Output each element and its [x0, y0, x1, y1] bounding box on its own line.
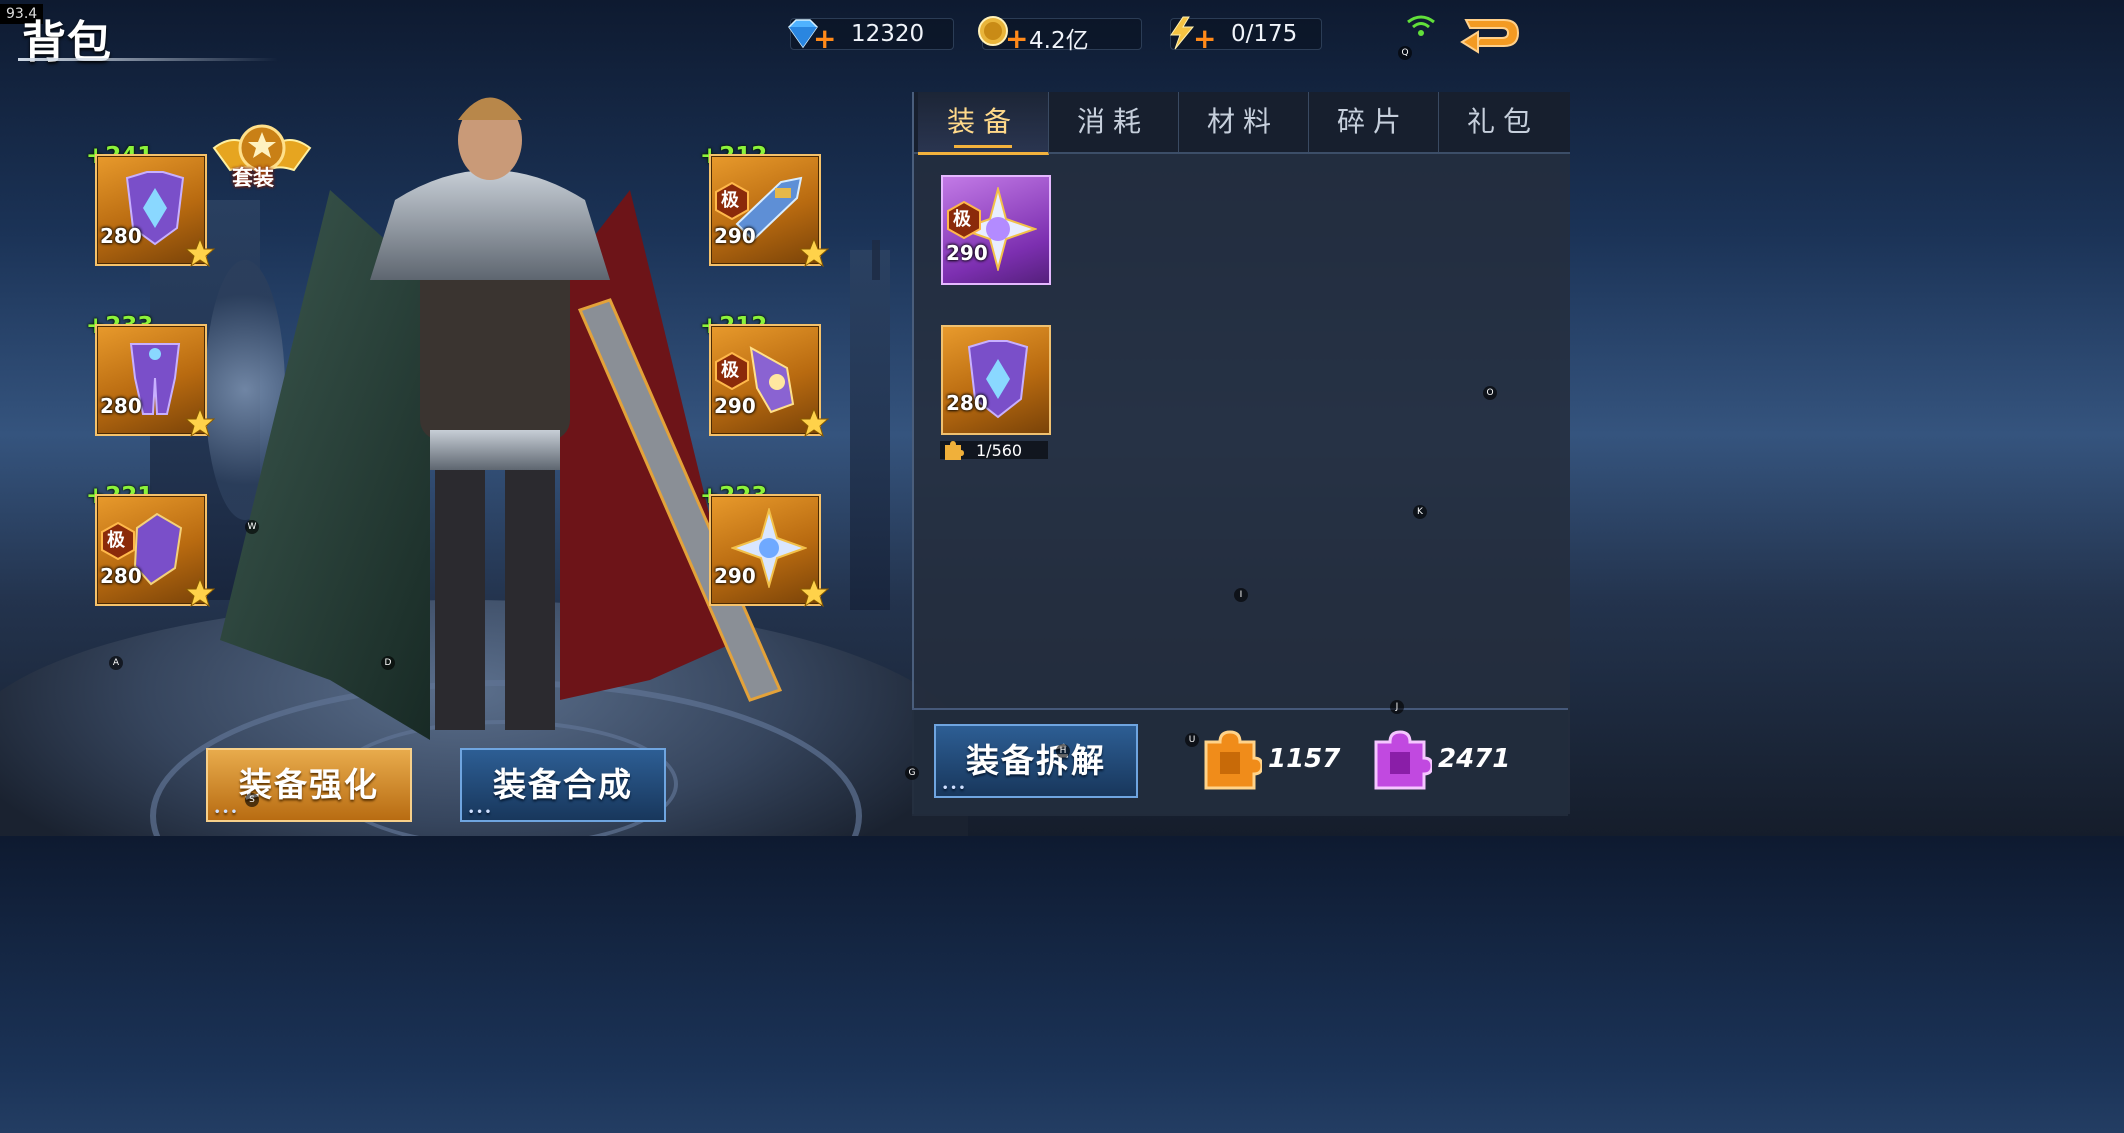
fragment-progress: 1/560 [940, 441, 1048, 460]
tab-label: 材料 [1206, 105, 1279, 138]
diamond-resource[interactable]: + 12320 [788, 18, 954, 53]
item-level: 290 [946, 241, 988, 265]
diamond-count: 12320 [851, 21, 925, 47]
dismantle-button[interactable]: 装备拆解 ••• [934, 724, 1138, 798]
equip-slot-gauntlet[interactable]: 极 290 [709, 324, 829, 438]
debug-marker: A [109, 656, 123, 670]
title-underline [18, 58, 278, 61]
extreme-badge-label: 极 [721, 190, 739, 211]
debug-marker: Q [1398, 46, 1412, 60]
diamond-add-icon[interactable]: + [813, 25, 836, 53]
extreme-badge-label: 极 [107, 530, 125, 551]
equip-level: 290 [714, 394, 756, 418]
suit-set-badge[interactable]: 套装 [210, 118, 314, 198]
debug-marker: J [1390, 700, 1404, 714]
equip-level: 290 [714, 564, 756, 588]
star-icon [185, 578, 215, 608]
purple-shard-icon [1374, 730, 1432, 790]
extreme-badge-label: 极 [721, 360, 739, 381]
tab-materials[interactable]: 材料 [1178, 92, 1309, 152]
equip-level: 280 [100, 564, 142, 588]
city-spire [850, 250, 890, 610]
energy-count: 0/175 [1231, 21, 1298, 47]
equip-level: 280 [100, 394, 142, 418]
equip-slot-weapon[interactable]: 极 290 [709, 154, 829, 268]
debug-marker: K [1413, 505, 1427, 519]
bag-item[interactable]: 极 290 [941, 175, 1051, 285]
inventory-tabs: 装备 消耗 材料 碎片 礼包 [914, 92, 1570, 155]
orange-shard-icon [1204, 730, 1262, 790]
button-label: 装备拆解 [966, 741, 1106, 780]
debug-marker: W [245, 520, 259, 534]
debug-marker: G [905, 766, 919, 780]
star-icon [799, 238, 829, 268]
star-icon [799, 578, 829, 608]
button-dots: ••• [942, 783, 968, 794]
wifi-icon [1407, 15, 1435, 36]
tab-label: 装备 [946, 105, 1019, 138]
equip-slot-chest[interactable]: 280 [95, 154, 215, 268]
tab-fragments[interactable]: 碎片 [1308, 92, 1439, 152]
bag-item[interactable]: 280 [941, 325, 1051, 435]
gold-count: 4.2亿 [1029, 28, 1089, 54]
equip-slot-gloves[interactable]: 极 280 [95, 494, 215, 608]
orange-shard-count: 1157 [1268, 744, 1341, 774]
debug-marker: U [1185, 733, 1199, 747]
spire-tip [872, 240, 880, 280]
button-dots: ••• [214, 807, 240, 818]
tab-label: 碎片 [1336, 105, 1409, 138]
debug-marker: O [1483, 386, 1497, 400]
fragment-count: 1/560 [976, 441, 1023, 460]
gold-add-icon[interactable]: + [1005, 25, 1028, 53]
tab-label: 消耗 [1076, 105, 1149, 138]
energy-add-icon[interactable]: + [1193, 25, 1216, 53]
tab-equipment[interactable]: 装备 [918, 92, 1049, 155]
tab-label: 礼包 [1466, 105, 1539, 138]
equip-level: 280 [100, 224, 142, 248]
debug-marker: S [245, 793, 259, 807]
button-label: 装备合成 [493, 765, 633, 804]
gold-resource[interactable]: + 4.2亿 [978, 16, 1142, 54]
star-icon [799, 408, 829, 438]
back-icon[interactable] [1460, 12, 1524, 54]
purple-shard-count: 2471 [1438, 744, 1511, 774]
star-icon [185, 238, 215, 268]
button-label: 装备强化 [239, 765, 379, 804]
equip-level: 290 [714, 224, 756, 248]
equip-slot-legs[interactable]: 280 [95, 324, 215, 438]
debug-marker: D [381, 656, 395, 670]
item-level: 280 [946, 391, 988, 415]
puzzle-piece-icon [945, 441, 964, 460]
debug-marker: I [1234, 588, 1248, 602]
energy-resource[interactable]: + 0/175 [1170, 16, 1322, 53]
suit-label: 套装 [232, 166, 274, 190]
star-icon [185, 408, 215, 438]
equip-slot-emblem[interactable]: 290 [709, 494, 829, 608]
debug-marker: H [1056, 744, 1070, 758]
tab-consumables[interactable]: 消耗 [1048, 92, 1179, 152]
tab-gift-packs[interactable]: 礼包 [1438, 92, 1568, 152]
compose-button[interactable]: 装备合成 ••• [460, 748, 666, 822]
extreme-badge-label: 极 [953, 209, 971, 230]
button-dots: ••• [468, 807, 494, 818]
enhance-button[interactable]: 装备强化 ••• [206, 748, 412, 822]
